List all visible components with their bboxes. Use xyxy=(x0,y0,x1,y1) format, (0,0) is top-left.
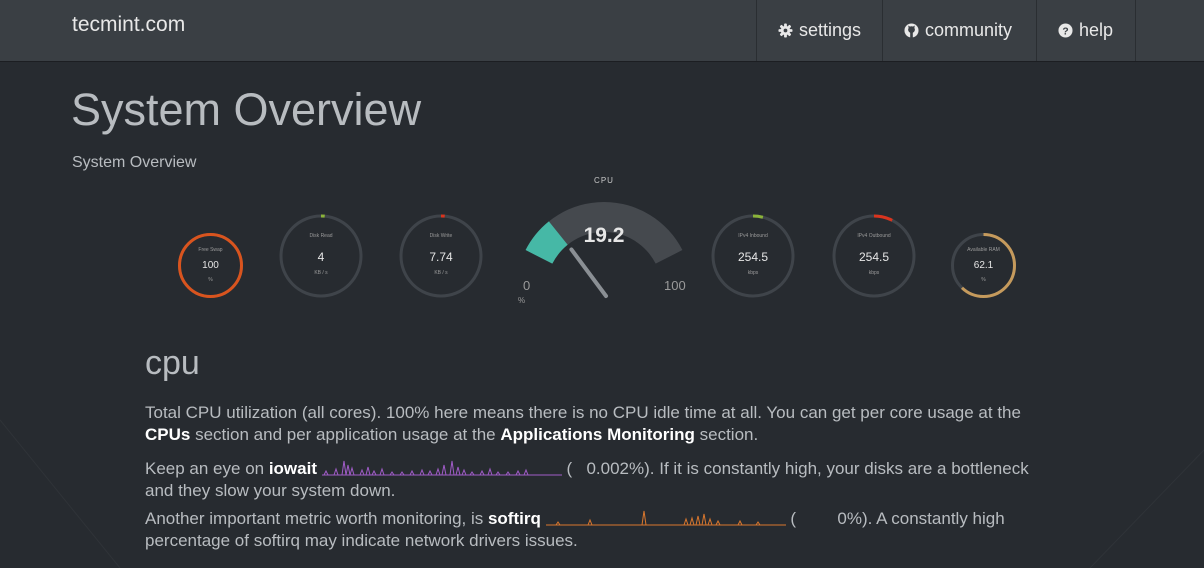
sparkline-spike xyxy=(737,519,743,526)
nav-community-label: community xyxy=(925,20,1013,40)
sparkline-spike xyxy=(427,469,433,476)
sparkline-spike xyxy=(435,467,441,476)
nav-settings[interactable]: settings xyxy=(756,0,882,61)
sparkline-spike xyxy=(487,467,493,476)
gear-icon xyxy=(778,23,793,38)
iowait-value: 0.002% xyxy=(586,459,645,478)
gauge-value: 254.5 xyxy=(737,250,769,264)
softirq-text: ). A constantly high xyxy=(861,509,1005,528)
description-text: section. xyxy=(694,425,759,444)
nav-community[interactable]: community xyxy=(882,0,1036,61)
gauge-value: 7.74 xyxy=(429,250,453,264)
gauge-free-swap[interactable]: Free Swap 100 % xyxy=(177,232,244,299)
sparkline-spike xyxy=(715,519,721,526)
section-heading: cpu xyxy=(145,344,200,382)
gauge-label: Disk Write xyxy=(429,233,453,239)
gauge-disk-write[interactable]: Disk Write 7.74 KB / s xyxy=(398,213,484,299)
gauge-value: 254.5 xyxy=(858,250,890,264)
softirq-sparkline[interactable] xyxy=(545,509,786,527)
sparkline-spike xyxy=(515,469,521,476)
description-text: Total CPU utilization (all cores). 100% … xyxy=(145,403,1021,422)
softirq-label: softirq xyxy=(487,509,541,528)
sparkline-spike xyxy=(371,469,377,476)
iowait-text: and they slow your system down. xyxy=(145,481,396,500)
iowait-text: ). If it is constantly high, your disks … xyxy=(644,459,1029,478)
top-navbar: tecmint.com settings community ? help xyxy=(0,0,1204,62)
cpu-gauge-min: 0 xyxy=(523,278,531,293)
cpus-link[interactable]: CPUs xyxy=(145,425,190,444)
iowait-paragraph: Keep an eye on iowait (0.002%). If it is… xyxy=(145,458,1125,502)
softirq-text: percentage of softirq may indicate netwo… xyxy=(145,531,578,550)
sparkline-spike xyxy=(365,466,371,476)
sparkline-spike xyxy=(461,468,467,476)
sparkline-spike xyxy=(345,464,351,476)
page-title: System Overview xyxy=(71,84,422,135)
gauge-ipv4-inbound[interactable]: IPv4 Inbound 254.5 kbps xyxy=(710,213,796,299)
brand-title[interactable]: tecmint.com xyxy=(72,13,185,37)
gauge-label: Available RAM xyxy=(967,247,1000,253)
nav-help-label: help xyxy=(1079,20,1114,40)
nav-items: settings community ? help xyxy=(756,0,1136,61)
page-subtitle: System Overview xyxy=(72,154,197,171)
softirq-paragraph: Another important metric worth monitorin… xyxy=(145,508,1125,552)
iowait-text: Keep an eye on xyxy=(145,459,269,478)
gauge-unit: KB / s xyxy=(434,270,448,276)
gauge-disk-read[interactable]: Disk Read 4 KB / s xyxy=(278,213,364,299)
sparkline-spike xyxy=(455,466,461,476)
gauge-unit: kbps xyxy=(868,270,880,276)
question-circle-icon: ? xyxy=(1058,23,1073,38)
iowait-open-paren: ( xyxy=(561,459,573,478)
sparkline-spike xyxy=(587,518,593,526)
svg-text:?: ? xyxy=(1062,26,1068,37)
cpu-gauge-max: 100 xyxy=(664,278,686,293)
gauge-label: IPv4 Outbound xyxy=(857,233,891,239)
nav-help[interactable]: ? help xyxy=(1036,0,1136,61)
sparkline-spike xyxy=(695,515,701,526)
sparkline-spike xyxy=(449,460,455,476)
softirq-open-paren: ( xyxy=(785,509,796,528)
github-icon xyxy=(904,23,919,38)
sparkline-spike xyxy=(523,468,529,476)
softirq-value: 0% xyxy=(837,509,862,528)
gauge-value: 100 xyxy=(202,260,219,271)
cpu-gauge-needle xyxy=(569,247,608,298)
cpu-description: Total CPU utilization (all cores). 100% … xyxy=(145,402,1125,446)
gauge-value: 4 xyxy=(317,250,325,264)
sparkline-spike xyxy=(701,513,707,526)
gauge-unit: KB / s xyxy=(314,270,328,276)
sparkline-spike xyxy=(359,468,365,476)
sparkline-spike xyxy=(441,464,447,476)
gauge-value: 62.1 xyxy=(973,260,994,271)
cpu-gauge-value: 19.2 xyxy=(583,224,625,247)
sparkline-spike xyxy=(641,510,647,526)
sparkline-spike xyxy=(683,517,689,526)
sparkline-spike xyxy=(707,517,713,526)
gauge-ipv4-outbound[interactable]: IPv4 Outbound 254.5 kbps xyxy=(831,213,917,299)
iowait-sparkline[interactable] xyxy=(321,459,562,477)
sparkline-spike xyxy=(323,469,329,476)
gauge-label: Disk Read xyxy=(309,233,333,239)
sparkline-spike xyxy=(689,516,695,526)
gauge-label: Free Swap xyxy=(198,247,223,253)
sparkline-spike xyxy=(479,469,485,476)
sparkline-spike xyxy=(341,460,347,476)
gauge-unit: kbps xyxy=(747,270,759,276)
cpu-gauge-unit: % xyxy=(518,296,526,305)
description-text: section and per application usage at the xyxy=(190,425,501,444)
gauge-unit: % xyxy=(208,277,213,283)
applications-monitoring-link[interactable]: Applications Monitoring xyxy=(500,425,695,444)
sparkline-spike xyxy=(379,467,385,476)
softirq-text: Another important metric worth monitorin… xyxy=(145,509,488,528)
nav-settings-label: settings xyxy=(798,20,861,40)
gauge-unit: % xyxy=(981,277,986,283)
gauge-available-ram[interactable]: Available RAM 62.1 % xyxy=(950,232,1017,299)
sparkline-spike xyxy=(419,468,425,476)
sparkline-spike xyxy=(333,467,339,476)
cpu-gauge-title: CPU xyxy=(594,176,614,185)
sparkline-spike xyxy=(409,469,415,476)
sparkline-spike xyxy=(349,466,355,476)
iowait-label: iowait xyxy=(268,459,317,478)
gauge-label: IPv4 Inbound xyxy=(738,233,768,239)
